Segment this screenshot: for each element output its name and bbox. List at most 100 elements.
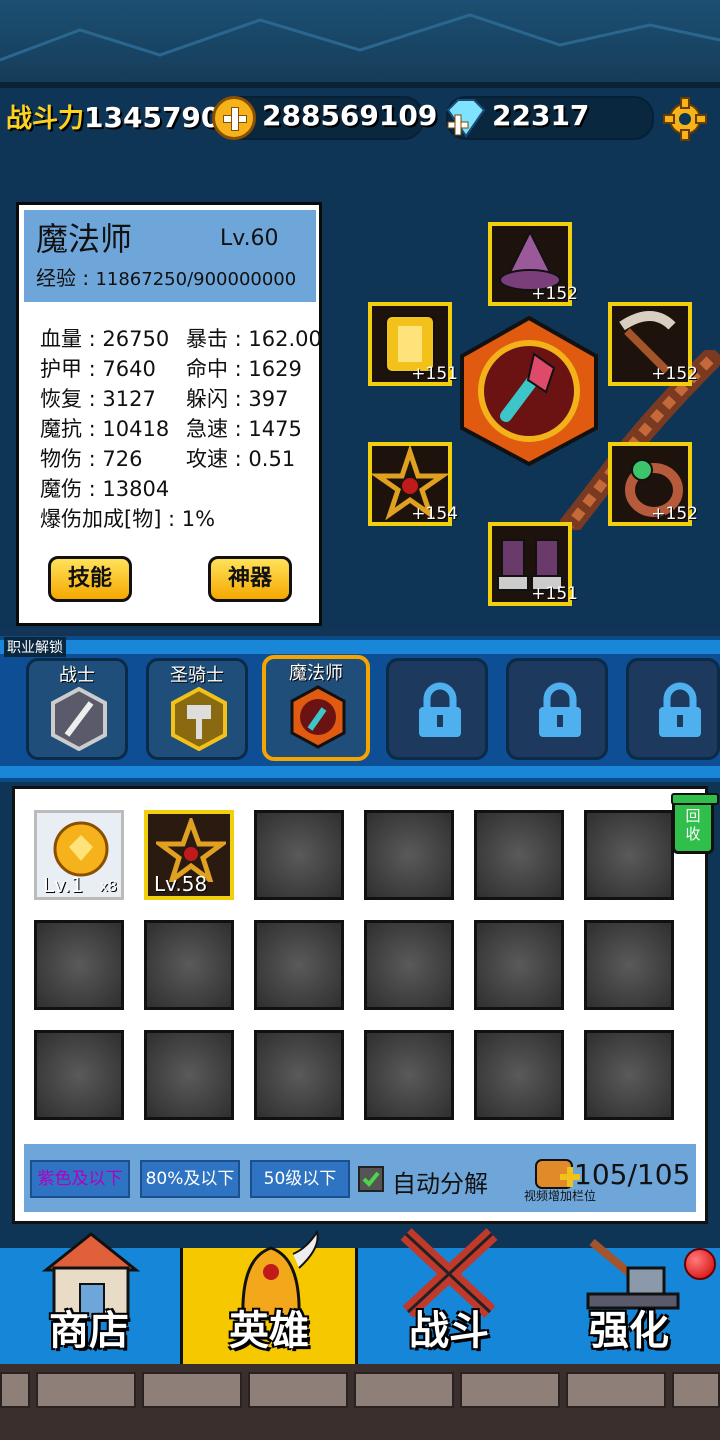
hat-enhance-level: +152 [531, 284, 578, 304]
auto-decompose-checkbox[interactable] [358, 1166, 384, 1192]
class-name-mage: 魔法师 [289, 663, 343, 684]
class-card-paladin[interactable]: 圣骑士 [146, 658, 248, 760]
nav-battle[interactable]: 战斗 [360, 1228, 538, 1364]
equip-slot-ring[interactable]: +152 [608, 442, 698, 526]
filter-50-button[interactable]: 50级以下 [250, 1160, 350, 1198]
exp-value: 11867250/900000000 [95, 269, 297, 290]
floor-brick [354, 1372, 454, 1408]
inventory-slot-4[interactable] [364, 810, 454, 900]
weapon-enhance-level: +152 [651, 364, 698, 384]
floor-brick [142, 1372, 242, 1408]
inventory-slot-8[interactable] [144, 920, 234, 1010]
decorative-pattern [0, 13, 720, 62]
stat-hit: 命中 : 1629 [186, 357, 302, 381]
nav-upgrade-label: 强化 [589, 1308, 669, 1354]
item-level: Lv.58 [154, 872, 208, 896]
equip-slot-hat[interactable]: +152 [488, 222, 578, 306]
item-count: x8 [99, 879, 117, 895]
class-card-mage[interactable]: 魔法师 [262, 655, 370, 761]
trash-lid-icon [671, 793, 719, 805]
filter-80-button[interactable]: 80%及以下 [140, 1160, 240, 1198]
floor-brick [248, 1372, 348, 1408]
inventory-slot-13[interactable] [34, 1030, 124, 1120]
recycle-bin-button[interactable]: 回收 [671, 793, 719, 854]
boots-enhance-level: +151 [531, 584, 578, 604]
auto-decompose-label: 自动分解 [392, 1170, 488, 1198]
ring-enhance-level: +152 [651, 504, 698, 524]
gold-coin-icon[interactable] [212, 96, 256, 140]
padlock-icon [659, 682, 701, 737]
inventory-slot-16[interactable] [364, 1030, 454, 1120]
floor-brick [672, 1372, 720, 1408]
settings-gear-icon[interactable] [662, 96, 708, 146]
inventory-slot-1[interactable]: Lv.1 x8 [34, 810, 124, 900]
stat-crit-damage: 爆伤加成[物] : 1% [40, 507, 216, 531]
floor-brick [36, 1372, 136, 1408]
top-background [0, 0, 720, 82]
floor-brick [460, 1372, 560, 1408]
artifact-button[interactable]: 神器 [208, 556, 292, 602]
class-card-warrior[interactable]: 战士 [26, 658, 128, 760]
inventory-slot-10[interactable] [364, 920, 454, 1010]
diamond-plus-icon[interactable] [442, 96, 488, 144]
nav-hero[interactable]: 英雄 [180, 1229, 358, 1364]
skill-button[interactable]: 技能 [48, 556, 132, 602]
equip-slot-weapon[interactable]: +152 [608, 302, 698, 386]
nav-battle-label: 战斗 [409, 1308, 489, 1354]
stat-haste: 急速 : 1475 [186, 417, 302, 441]
stat-dodge: 躲闪 : 397 [186, 387, 289, 411]
inventory-slot-7[interactable] [34, 920, 124, 1010]
armor-enhance-level: +151 [411, 364, 458, 384]
inventory-slot-12[interactable] [584, 920, 674, 1010]
stat-armor: 护甲 : 7640 [40, 357, 156, 381]
inventory-slot-5[interactable] [474, 810, 564, 900]
stat-attack-speed: 攻速 : 0.51 [186, 447, 296, 471]
padlock-icon [539, 682, 581, 737]
gem-value: 22317 [492, 99, 590, 132]
class-unlock-label: 职业解锁 [4, 637, 66, 657]
checkmark-icon [362, 1171, 380, 1187]
inventory-slot-18[interactable] [584, 1030, 674, 1120]
inventory-slot-17[interactable] [474, 1030, 564, 1120]
floor-brick [566, 1372, 666, 1408]
power-value: 1345790 [84, 101, 221, 134]
item-level: Lv.1 [43, 873, 84, 897]
hero-portrait-emblem [456, 315, 602, 470]
stat-physical-damage: 物伤 : 726 [40, 447, 143, 471]
class-card-locked-2[interactable] [506, 658, 608, 760]
padlock-icon [419, 682, 461, 737]
inventory-slot-3[interactable] [254, 810, 344, 900]
equip-slot-amulet[interactable]: +154 [368, 442, 458, 526]
inventory-slot-2[interactable]: Lv.58 [144, 810, 234, 900]
video-slot-label[interactable]: 视频增加栏位 [524, 1187, 596, 1204]
inventory-slot-15[interactable] [254, 1030, 344, 1120]
inventory-slot-6[interactable] [584, 810, 674, 900]
nav-shop-label: 商店 [49, 1308, 129, 1354]
power-label: 战斗力 [6, 104, 85, 134]
equip-slot-armor[interactable]: +151 [368, 302, 458, 386]
hammer-emblem-icon [171, 687, 227, 751]
gold-value: 288569109 [262, 99, 438, 132]
stat-regen: 恢复 : 3127 [40, 387, 156, 411]
inventory-slot-9[interactable] [254, 920, 344, 1010]
stat-magic-damage: 魔伤 : 13804 [40, 477, 170, 501]
amulet-enhance-level: +154 [411, 504, 458, 524]
exp-label: 经验 [36, 266, 76, 290]
nav-shop[interactable]: 商店 [0, 1232, 178, 1364]
recycle-label: 回收 [685, 807, 701, 843]
equip-slot-boots[interactable]: +151 [488, 522, 578, 606]
class-card-locked-3[interactable] [626, 658, 720, 760]
inventory-slot-14[interactable] [144, 1030, 234, 1120]
notification-dot-icon [684, 1248, 716, 1280]
mage-staff-emblem-icon [290, 685, 346, 749]
stat-magic-resist: 魔抗 : 10418 [40, 417, 170, 441]
class-card-locked-1[interactable] [386, 658, 488, 760]
sword-emblem-icon [51, 687, 107, 751]
filter-purple-button[interactable]: 紫色及以下 [30, 1160, 130, 1198]
nav-hero-label: 英雄 [229, 1308, 309, 1354]
stat-crit: 暴击 : 162.00 [186, 327, 322, 351]
hero-level: Lv.60 [220, 226, 279, 251]
hero-exp: 经验 : 11867250/900000000 [36, 266, 297, 290]
hero-class-name: 魔法师 [36, 220, 133, 258]
inventory-slot-11[interactable] [474, 920, 564, 1010]
